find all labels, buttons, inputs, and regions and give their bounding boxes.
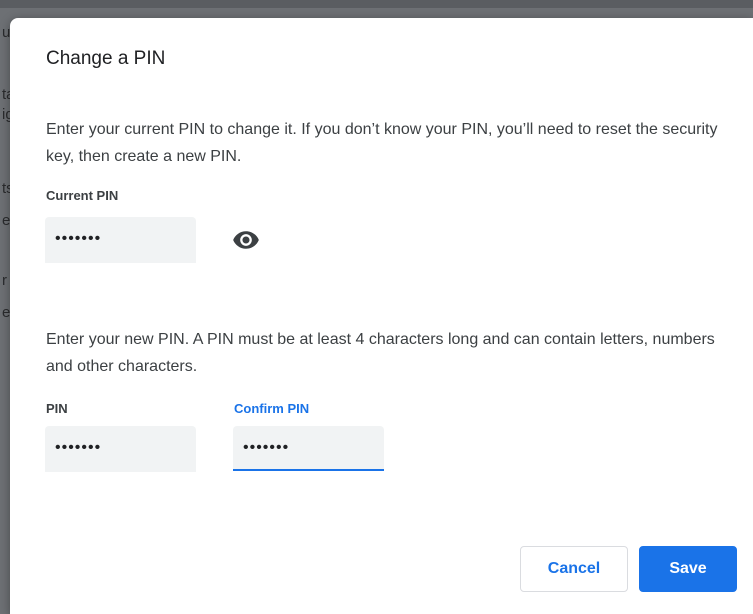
current-pin-description: Enter your current PIN to change it. If … bbox=[46, 121, 718, 165]
change-pin-dialog: Change a PIN Enter your current PIN to c… bbox=[10, 18, 753, 614]
pin-label: PIN bbox=[46, 401, 68, 416]
eye-icon[interactable] bbox=[232, 226, 260, 254]
current-pin-field[interactable] bbox=[45, 217, 196, 263]
background-text-fragment: r bbox=[2, 272, 7, 289]
pin-field[interactable] bbox=[45, 426, 196, 472]
save-button[interactable]: Save bbox=[639, 546, 737, 592]
pin-input[interactable] bbox=[55, 426, 186, 470]
current-pin-label: Current PIN bbox=[46, 188, 119, 203]
cancel-button[interactable]: Cancel bbox=[520, 546, 628, 592]
dialog-title: Change a PIN bbox=[46, 48, 166, 69]
confirm-pin-input[interactable] bbox=[243, 426, 374, 470]
current-pin-input[interactable] bbox=[55, 217, 186, 261]
confirm-pin-label: Confirm PIN bbox=[234, 401, 310, 416]
confirm-pin-field[interactable] bbox=[233, 426, 384, 471]
new-pin-description: Enter your new PIN. A PIN must be at lea… bbox=[46, 331, 715, 375]
